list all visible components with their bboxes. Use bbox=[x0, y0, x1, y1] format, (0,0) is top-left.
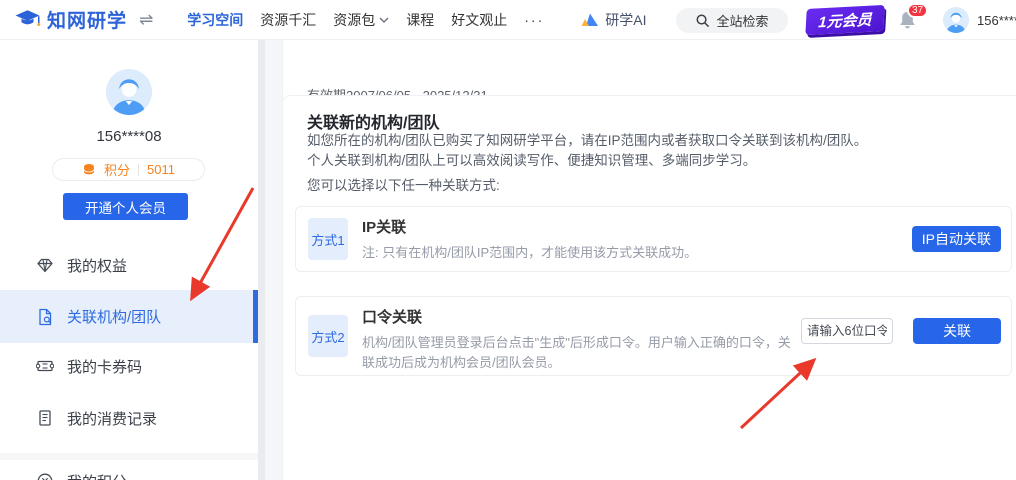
points-pill[interactable]: 积分 5011 bbox=[52, 158, 205, 181]
global-search[interactable]: 全站检索 bbox=[676, 8, 788, 33]
ip-auto-link-button[interactable]: IP自动关联 bbox=[912, 226, 1001, 252]
method-1-badge: 方式1 bbox=[308, 218, 348, 260]
nav-more-button[interactable]: ··· bbox=[524, 12, 544, 28]
sidebar-gap bbox=[258, 40, 265, 480]
nav-item-learning-space[interactable]: 学习空间 bbox=[187, 10, 243, 30]
coin-icon bbox=[36, 472, 54, 480]
method-1-title: IP关联 bbox=[362, 216, 697, 237]
app-logo[interactable]: 知网研学 bbox=[14, 6, 127, 33]
nav-item-articles[interactable]: 好文观止 bbox=[451, 10, 507, 30]
open-personal-membership-button[interactable]: 开通个人会员 bbox=[63, 193, 188, 220]
coin-icon bbox=[82, 163, 96, 176]
notifications-button[interactable]: 37 bbox=[898, 9, 920, 33]
person-icon bbox=[943, 7, 969, 33]
points-value: 5011 bbox=[147, 162, 175, 177]
profile-avatar bbox=[106, 69, 152, 115]
link-button[interactable]: 关联 bbox=[913, 318, 1001, 344]
method-2-badge: 方式2 bbox=[308, 315, 348, 357]
user-avatar[interactable] bbox=[943, 7, 969, 33]
page: 知网研学 ⇌ 学习空间 资源千汇 资源包 课程 好文观止 ··· 研学AI bbox=[0, 0, 1016, 480]
ai-label: 研学AI bbox=[605, 10, 646, 30]
one-yuan-member-badge[interactable]: 1元会员 bbox=[805, 5, 884, 35]
section-description: 个人关联到机构/团队上可以高效阅读写作、便捷知识管理、多端同步学习。 bbox=[307, 149, 756, 169]
sidebar-item-my-cards[interactable]: 我的卡券码 bbox=[0, 339, 258, 393]
person-icon bbox=[106, 69, 152, 115]
main-content: 有效期2007/06/05 - 2025/12/31 关联新的机构/团队 如您所… bbox=[265, 40, 1016, 480]
profile-username: 156****08 bbox=[0, 128, 258, 145]
sidebar-item-purchase-history[interactable]: 我的消费记录 bbox=[0, 391, 258, 445]
top-navbar: 知网研学 ⇌ 学习空间 资源千汇 资源包 课程 好文观止 ··· 研学AI bbox=[0, 0, 1016, 40]
link-new-org-card: 关联新的机构/团队 如您所在的机构/团队已购买了知网研学平台，请在IP范围内或者… bbox=[282, 95, 1016, 480]
notification-count-badge: 37 bbox=[907, 3, 928, 18]
section-description: 如您所在的机构/团队已购买了知网研学平台，请在IP范围内或者获取口令关联到该机构… bbox=[307, 129, 867, 149]
sidebar-item-label: 我的消费记录 bbox=[67, 408, 157, 429]
ai-logo-icon bbox=[581, 13, 599, 27]
nav-item-resources[interactable]: 资源千汇 bbox=[260, 10, 316, 30]
sidebar-item-label: 我的积分 bbox=[67, 471, 127, 480]
receipt-icon bbox=[36, 409, 54, 427]
sidebar-item-label: 我的权益 bbox=[67, 255, 127, 276]
search-placeholder-text: 全站检索 bbox=[716, 11, 768, 30]
chevron-down-icon bbox=[379, 17, 389, 23]
link-doc-icon bbox=[36, 308, 54, 326]
primary-nav: 学习空间 资源千汇 资源包 课程 好文观止 ··· bbox=[187, 10, 561, 30]
sidebar-item-label: 我的卡券码 bbox=[67, 356, 142, 377]
ticket-icon bbox=[36, 357, 54, 375]
logo-text: 知网研学 bbox=[47, 6, 127, 33]
divider bbox=[138, 164, 139, 176]
nav-item-courses[interactable]: 课程 bbox=[406, 10, 434, 30]
sidebar-item-my-benefits[interactable]: 我的权益 bbox=[0, 238, 258, 292]
method-1-note: 注: 只有在机构/团队IP范围内，才能使用该方式关联成功。 bbox=[362, 243, 697, 263]
sidebar: 156****08 积分 5011 开通个人会员 我的权益 bbox=[0, 40, 258, 480]
points-label: 积分 bbox=[104, 160, 130, 179]
switch-product-icon[interactable]: ⇌ bbox=[139, 10, 153, 30]
nav-item-resource-pack[interactable]: 资源包 bbox=[333, 10, 389, 30]
choose-method-hint: 您可以选择以下任一种关联方式: bbox=[307, 174, 500, 194]
navbar-username[interactable]: 156****08 bbox=[977, 13, 1016, 28]
sidebar-item-my-points[interactable]: 我的积分 bbox=[0, 454, 258, 480]
sidebar-item-label: 关联机构/团队 bbox=[67, 306, 161, 327]
password-code-input[interactable] bbox=[801, 318, 893, 344]
gem-icon bbox=[36, 256, 54, 274]
method-ip-box: 方式1 IP关联 注: 只有在机构/团队IP范围内，才能使用该方式关联成功。 I… bbox=[295, 206, 1012, 272]
method-2-title: 口令关联 bbox=[362, 306, 797, 327]
search-icon bbox=[695, 13, 710, 28]
method-password-box: 方式2 口令关联 机构/团队管理员登录后台点击"生成"后形成口令。用户输入正确的… bbox=[295, 296, 1012, 376]
sidebar-item-linked-org[interactable]: 关联机构/团队 bbox=[0, 290, 258, 343]
research-ai-entry[interactable]: 研学AI bbox=[581, 10, 646, 30]
graduation-cap-icon bbox=[14, 8, 41, 32]
method-2-note: 机构/团队管理员登录后台点击"生成"后形成口令。用户输入正确的口令，关联成功后成… bbox=[362, 333, 797, 373]
